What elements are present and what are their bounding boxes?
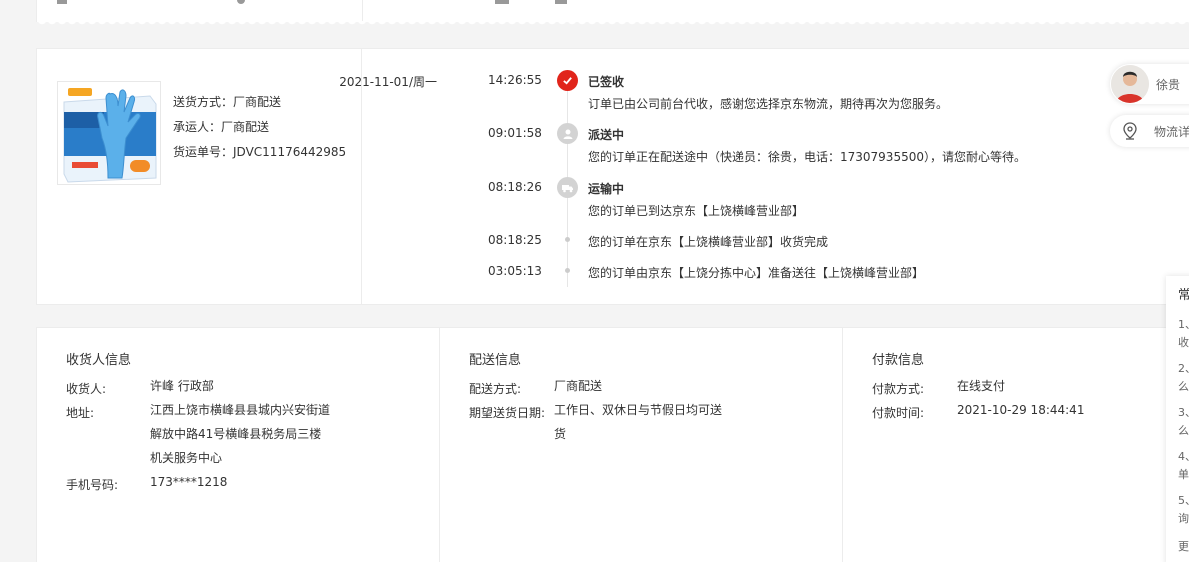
delivery-method-label: 配送方式: xyxy=(469,382,522,396)
faq-item[interactable]: 3、 xyxy=(1178,404,1189,420)
courier-contact-button[interactable]: 徐贵 xyxy=(1110,64,1189,104)
receiver-name-label: 收货人: xyxy=(66,382,107,396)
faq-item[interactable]: 么 xyxy=(1178,422,1189,438)
cutoff-icon xyxy=(237,0,245,4)
courier-name: 徐贵 xyxy=(1156,78,1181,92)
timeline-desc: 您的订单在京东【上饶横峰营业部】收货完成 xyxy=(588,235,829,249)
timeline-time: 09:01:58 xyxy=(488,126,542,140)
order-info-card: 收货人信息 收货人: 许峰 行政部 地址: 江西上饶市横峰县县城内兴安街道 解放… xyxy=(36,327,1189,562)
location-pin-icon xyxy=(1123,122,1137,140)
package-summary: 送货方式：厂商配送 承运人：厂商配送 货运单号：JDVC11176442985 xyxy=(37,49,362,304)
address-value: 江西上饶市横峰县县城内兴安街道 解放中路41号横峰县税务局三楼机关服务中心 xyxy=(150,403,331,465)
tracking-label: 货运单号： xyxy=(173,145,234,159)
delivery-date-value: 工作日、双休日与节假日均可送货 xyxy=(554,403,723,441)
carrier-label: 承运人： xyxy=(173,120,222,134)
timeline-desc: 您的订单正在配送途中（快递员：徐贵，电话：17307935500），请您耐心等待… xyxy=(588,150,1026,164)
delivery-info: 配送信息 配送方式: 厂商配送 期望送货日期: 工作日、双休日与节假日均可送货 xyxy=(439,328,722,562)
faq-item[interactable]: 5、 xyxy=(1178,492,1189,508)
timeline-dot xyxy=(565,237,570,242)
tracking-timeline: 2021-11-01/周一 14:26:55 已签收 订单已由公司前台代收，感谢… xyxy=(339,49,1102,304)
timeline-time: 03:05:13 xyxy=(488,264,542,278)
product-image[interactable] xyxy=(57,81,161,185)
phone-value: 173****1218 xyxy=(150,475,228,489)
shipment-method-label: 送货方式： xyxy=(173,95,234,109)
address-label: 地址: xyxy=(66,406,95,420)
payment-method-value: 在线支付 xyxy=(957,379,1006,393)
timeline-date: 2021-11-01/周一 xyxy=(339,75,437,89)
timeline-dot xyxy=(565,268,570,273)
logistics-detail-button[interactable]: 物流详 xyxy=(1110,115,1189,147)
payment-time-value: 2021-10-29 18:44:41 xyxy=(957,403,1085,417)
payment-method-label: 付款方式: xyxy=(872,382,925,396)
timeline-status: 运输中 xyxy=(588,182,625,196)
cutoff-icon xyxy=(555,0,567,4)
payment-title: 付款信息 xyxy=(872,353,925,368)
faq-item[interactable]: 么 xyxy=(1178,378,1189,394)
receiver-title: 收货人信息 xyxy=(66,353,132,368)
timeline-desc: 订单已由公司前台代收，感谢您选择京东物流，期待再次为您服务。 xyxy=(588,97,949,111)
timeline-status: 已签收 xyxy=(588,75,625,89)
logistics-card: 送货方式：厂商配送 承运人：厂商配送 货运单号：JDVC11176442985 … xyxy=(36,48,1189,305)
faq-item[interactable]: 2、 xyxy=(1178,360,1189,376)
faq-panel: 常 1、 收 2、 么 3、 么 4、 单 5、 询 更 xyxy=(1166,276,1189,562)
faq-item[interactable]: 收 xyxy=(1178,334,1189,350)
faq-item[interactable]: 4、 xyxy=(1178,448,1189,464)
tracking-number[interactable]: JDVC11176442985 xyxy=(233,145,346,159)
payment-time-label: 付款时间: xyxy=(872,406,925,420)
faq-title: 常 xyxy=(1178,288,1189,303)
faq-more-link[interactable]: 更 xyxy=(1178,538,1189,554)
courier-avatar xyxy=(1111,65,1149,103)
faq-item[interactable]: 单 xyxy=(1178,466,1189,482)
delivery-date-label: 期望送货日期: xyxy=(469,406,546,420)
faq-item[interactable]: 询 xyxy=(1178,510,1189,526)
shipment-info: 送货方式：厂商配送 承运人：厂商配送 货运单号：JDVC11176442985 xyxy=(173,91,346,166)
faq-item[interactable]: 1、 xyxy=(1178,316,1189,332)
tracking-row: 货运单号：JDVC11176442985 xyxy=(173,141,346,166)
delivery-title: 配送信息 xyxy=(469,353,522,368)
previous-card-edge xyxy=(36,0,1189,27)
check-icon xyxy=(557,70,578,91)
receiver-name: 许峰 行政部 xyxy=(150,379,214,393)
carrier-row: 承运人：厂商配送 xyxy=(173,116,346,141)
carrier-value: 厂商配送 xyxy=(221,120,270,134)
phone-label: 手机号码: xyxy=(66,478,119,492)
shipment-method-value: 厂商配送 xyxy=(233,95,282,109)
timeline-status: 派送中 xyxy=(588,128,625,142)
shipment-method-row: 送货方式：厂商配送 xyxy=(173,91,346,116)
delivery-method-value: 厂商配送 xyxy=(554,379,603,393)
courier-icon xyxy=(557,123,578,144)
glove-box-icon xyxy=(58,82,160,184)
cutoff-icon xyxy=(495,0,509,4)
timeline-time: 14:26:55 xyxy=(488,73,542,87)
timeline-desc: 您的订单已到达京东【上饶横峰营业部】 xyxy=(588,204,805,218)
cutoff-icon xyxy=(57,0,67,4)
timeline-time: 08:18:26 xyxy=(488,180,542,194)
logistics-detail-label: 物流详 xyxy=(1154,125,1189,139)
timeline-time: 08:18:25 xyxy=(488,233,542,247)
timeline-desc: 您的订单由京东【上饶分拣中心】准备送往【上饶横峰营业部】 xyxy=(588,266,925,280)
payment-info: 付款信息 付款方式: 在线支付 付款时间: 2021-10-29 18:44:4… xyxy=(842,328,1084,562)
column-divider xyxy=(362,0,363,22)
zigzag-edge xyxy=(37,21,1189,27)
truck-icon xyxy=(557,177,578,198)
